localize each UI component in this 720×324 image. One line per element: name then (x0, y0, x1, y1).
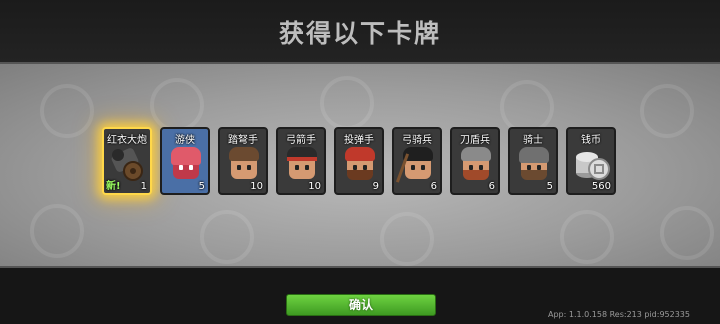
ranger-portrait (167, 143, 205, 183)
card-count: 9 (372, 181, 379, 192)
crossbowman-portrait (225, 143, 263, 183)
coin-stack-icon (573, 143, 611, 183)
card-crossbowman[interactable]: 踏弩手 10 (218, 127, 268, 195)
background-emblem (150, 78, 204, 132)
card-knight[interactable]: 骑士 5 (508, 127, 558, 195)
card-count: 6 (488, 181, 495, 192)
card-count: 1 (140, 181, 147, 192)
card-coins[interactable]: 钱币 560 (566, 127, 616, 195)
horse-archer-portrait (395, 143, 437, 183)
archer-portrait (283, 143, 321, 183)
card-name: 钱币 (581, 135, 601, 146)
card-red-cannon[interactable]: 红衣大炮 新! 1 (102, 127, 152, 195)
card-ranger[interactable]: 游侠 5 (160, 127, 210, 195)
background-emblem (660, 206, 714, 260)
card-archer[interactable]: 弓箭手 10 (276, 127, 326, 195)
background-emblem (560, 210, 614, 264)
background-emblem (500, 80, 554, 134)
card-shieldman[interactable]: 刀盾兵 6 (450, 127, 500, 195)
card-horse-archer[interactable]: 弓骑兵 6 (392, 127, 442, 195)
background-emblem (30, 204, 84, 258)
card-bomber[interactable]: 投弹手 9 (334, 127, 384, 195)
shieldman-portrait (457, 143, 495, 183)
background-emblem (380, 212, 434, 266)
card-name: 弓骑兵 (402, 135, 432, 146)
card-count: 10 (308, 181, 321, 192)
background-emblem (320, 76, 374, 130)
card-name: 骑士 (523, 135, 543, 146)
card-count: 5 (546, 181, 553, 192)
page-title: 获得以下卡牌 (278, 19, 441, 48)
card-count: 5 (198, 181, 205, 192)
card-count: 560 (591, 181, 611, 192)
background-emblem (200, 210, 254, 264)
bomber-portrait (341, 143, 379, 183)
card-name: 踏弩手 (228, 135, 258, 146)
card-count: 10 (250, 181, 263, 192)
version-info: App: 1.1.0.158 Res:213 pid:952335 (548, 310, 690, 319)
card-count: 6 (430, 181, 437, 192)
card-name: 投弹手 (344, 135, 374, 146)
card-name: 游侠 (175, 135, 195, 146)
confirm-button[interactable]: 确认 (286, 294, 436, 316)
knight-portrait (515, 143, 553, 183)
card-list: 红衣大炮 新! 1 游侠 5 踏弩手 10 弓箭手 10 投弹手 9 弓骑兵 6… (0, 127, 720, 197)
card-name: 刀盾兵 (460, 135, 490, 146)
card-name: 弓箭手 (286, 135, 316, 146)
card-name: 红衣大炮 (107, 135, 147, 146)
new-badge: 新! (106, 181, 121, 192)
